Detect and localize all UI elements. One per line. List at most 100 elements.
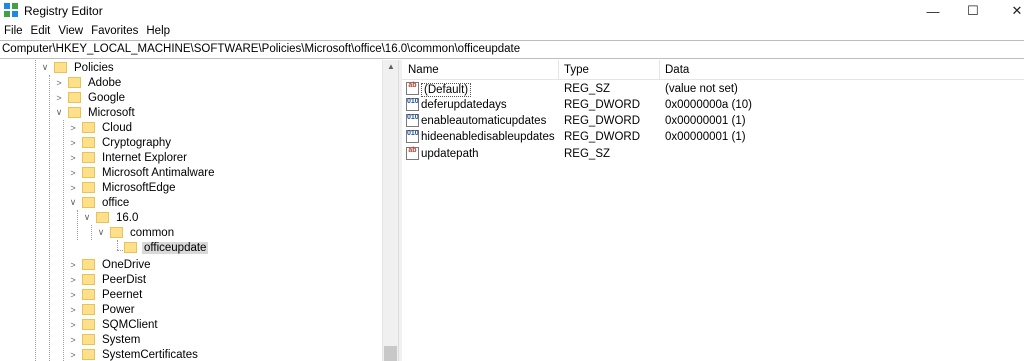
close-button[interactable]: ✕ — [994, 0, 1024, 22]
tree-item-label: Google — [88, 91, 126, 104]
expand-icon[interactable]: > — [68, 287, 78, 302]
expand-icon[interactable]: > — [68, 150, 78, 165]
expand-icon[interactable]: > — [68, 317, 78, 332]
folder-icon — [82, 349, 95, 360]
tree-guide-line — [35, 60, 36, 361]
tree-item-microsoft[interactable]: ∨ Microsoft — [54, 105, 137, 120]
title-bar: Registry Editor — ☐ ✕ — [0, 0, 1024, 22]
tree-item-label: MicrosoftEdge — [102, 181, 176, 194]
value-row[interactable]: 010 enableautomaticupdates REG_DWORD 0x0… — [402, 113, 1024, 129]
menu-edit[interactable]: Edit — [27, 23, 55, 41]
tree-item-onedrive[interactable]: > OneDrive — [68, 257, 153, 272]
value-row[interactable]: 010 hideenabledisableupdates REG_DWORD 0… — [402, 129, 1024, 145]
key-tree-pane[interactable]: ∨ Policies > Adobe > Google ∨ Microsoft … — [0, 60, 398, 361]
tree-item-microsoftedge[interactable]: > MicrosoftEdge — [68, 180, 178, 195]
expand-icon[interactable]: > — [54, 90, 64, 105]
expand-icon[interactable]: > — [68, 257, 78, 272]
folder-icon — [68, 77, 81, 88]
menu-file[interactable]: File — [0, 23, 27, 41]
tree-item-office[interactable]: ∨ office — [68, 195, 131, 210]
value-type: REG_DWORD — [564, 115, 641, 127]
tree-item-microsoft-antimalware[interactable]: > Microsoft Antimalware — [68, 165, 216, 180]
value-row[interactable]: 010 deferupdatedays REG_DWORD 0x0000000a… — [402, 97, 1024, 113]
tree-item-peerdist[interactable]: > PeerDist — [68, 272, 148, 287]
tree-item-adobe[interactable]: > Adobe — [54, 75, 123, 90]
folder-icon — [82, 259, 95, 270]
tree-item-label: SystemCertificates — [102, 348, 198, 361]
expand-icon[interactable]: > — [68, 302, 78, 317]
menu-view[interactable]: View — [54, 23, 87, 41]
expand-icon[interactable]: > — [54, 75, 64, 90]
folder-icon — [82, 182, 95, 193]
folder-icon — [68, 107, 81, 118]
column-divider[interactable] — [558, 60, 559, 80]
tree-item-label: officeupdate — [142, 241, 209, 254]
tree-item-cryptography[interactable]: > Cryptography — [68, 135, 173, 150]
expand-icon[interactable]: > — [68, 180, 78, 195]
tree-item-system[interactable]: > System — [68, 332, 142, 347]
column-divider[interactable] — [659, 60, 660, 80]
tree-scrollbar[interactable]: ▲ — [382, 60, 398, 361]
value-type: REG_DWORD — [564, 99, 641, 111]
maximize-button[interactable]: ☐ — [950, 0, 996, 22]
address-bar[interactable]: Computer\HKEY_LOCAL_MACHINE\SOFTWARE\Pol… — [0, 40, 1024, 59]
column-header-name[interactable]: Name — [408, 64, 439, 76]
folder-icon — [82, 334, 95, 345]
tree-item-google[interactable]: > Google — [54, 90, 127, 105]
folder-open-icon — [124, 242, 137, 253]
tree-item-common[interactable]: ∨ common — [96, 225, 176, 240]
folder-icon — [82, 152, 95, 163]
collapse-icon[interactable]: ∨ — [82, 210, 92, 225]
expand-icon[interactable]: > — [68, 347, 78, 361]
window-title: Registry Editor — [24, 4, 103, 18]
collapse-icon[interactable]: ∨ — [54, 105, 64, 120]
collapse-icon[interactable]: ∨ — [68, 195, 78, 210]
tree-guide-line — [63, 120, 64, 361]
expand-icon[interactable]: > — [68, 165, 78, 180]
expand-icon[interactable]: > — [68, 332, 78, 347]
scroll-up-arrow-icon[interactable]: ▲ — [383, 60, 398, 74]
menu-help[interactable]: Help — [142, 23, 174, 41]
value-data: 0x00000001 (1) — [665, 115, 746, 127]
collapse-icon[interactable]: ∨ — [96, 225, 106, 240]
tree-item-internet-explorer[interactable]: > Internet Explorer — [68, 150, 189, 165]
expand-icon[interactable]: > — [68, 135, 78, 150]
tree-item-16-0[interactable]: ∨ 16.0 — [82, 210, 140, 225]
values-list-pane[interactable]: Name Type Data ab (Default) REG_SZ (valu… — [402, 60, 1024, 361]
tree-item-officeupdate[interactable]: officeupdate — [110, 240, 209, 255]
value-type: REG_SZ — [564, 83, 611, 95]
expand-icon[interactable]: > — [68, 120, 78, 135]
tree-item-peernet[interactable]: > Peernet — [68, 287, 144, 302]
scrollbar-thumb[interactable] — [384, 346, 397, 361]
collapse-icon[interactable]: ∨ — [40, 60, 50, 75]
tree-item-cloud[interactable]: > Cloud — [68, 120, 134, 135]
folder-icon — [82, 167, 95, 178]
menu-favorites[interactable]: Favorites — [87, 23, 142, 41]
string-value-icon: ab — [406, 147, 419, 160]
value-row-selected[interactable]: ab updatepath REG_SZ — [402, 146, 1024, 162]
folder-icon — [96, 212, 109, 223]
tree-item-label: office — [102, 196, 130, 209]
dword-value-icon: 010 — [406, 130, 419, 143]
column-header-type[interactable]: Type — [564, 64, 589, 76]
tree-guide-line — [77, 210, 78, 240]
address-path[interactable]: Computer\HKEY_LOCAL_MACHINE\SOFTWARE\Pol… — [2, 43, 520, 55]
tree-item-power[interactable]: > Power — [68, 302, 137, 317]
folder-icon — [82, 304, 95, 315]
tree-guide-line — [49, 75, 50, 361]
tree-item-policies[interactable]: ∨ Policies — [40, 60, 116, 75]
value-row[interactable]: ab (Default) REG_SZ (value not set) — [402, 81, 1024, 97]
tree-item-sqmclient[interactable]: > SQMClient — [68, 317, 160, 332]
value-name: enableautomaticupdates — [421, 115, 547, 127]
tree-item-label: Policies — [74, 61, 114, 74]
menu-bar: File Edit View Favorites Help — [0, 23, 174, 41]
dword-value-icon: 010 — [406, 114, 419, 127]
column-header-data[interactable]: Data — [665, 64, 689, 76]
tree-item-label: OneDrive — [102, 258, 151, 271]
expand-icon[interactable]: > — [68, 272, 78, 287]
string-value-icon: ab — [406, 82, 419, 95]
tree-item-label: 16.0 — [116, 211, 139, 224]
tree-item-systemcertificates[interactable]: > SystemCertificates — [68, 347, 200, 361]
tree-item-label: PeerDist — [102, 273, 147, 286]
